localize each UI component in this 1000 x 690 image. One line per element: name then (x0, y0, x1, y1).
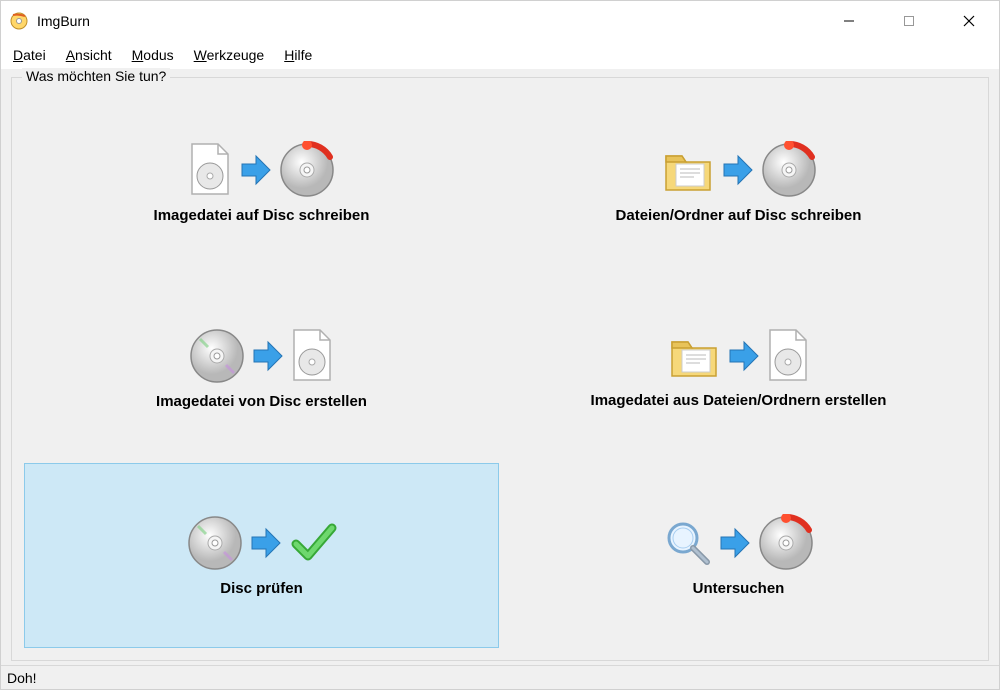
image-file-icon (290, 328, 336, 384)
menu-hilfe[interactable]: Hilfe (284, 47, 312, 63)
menu-modus[interactable]: Modus (132, 47, 174, 63)
image-file-icon (188, 142, 234, 198)
option-label: Imagedatei aus Dateien/Ordnern erstellen (591, 392, 887, 409)
option-icon-row (188, 141, 336, 199)
option-icon-row (188, 327, 336, 385)
window-controls (819, 1, 999, 41)
groupbox-title: Was möchten Sie tun? (22, 68, 170, 84)
app-icon (9, 11, 29, 31)
main-groupbox: Was möchten Sie tun? (11, 77, 989, 661)
option-discovery[interactable]: Untersuchen (501, 463, 976, 648)
minimize-button[interactable] (819, 1, 879, 41)
window-title: ImgBurn (37, 13, 819, 29)
arrow-right-icon (248, 525, 284, 561)
close-button[interactable] (939, 1, 999, 41)
maximize-button (879, 1, 939, 41)
folder-icon (660, 142, 716, 198)
menubar: Datei Ansicht Modus Werkzeuge Hilfe (1, 41, 999, 69)
disc-burn-icon (757, 514, 815, 572)
option-label: Dateien/Ordner auf Disc schreiben (616, 207, 862, 224)
disc-burn-icon (760, 141, 818, 199)
option-label: Disc prüfen (220, 580, 303, 597)
option-icon-row (663, 514, 815, 572)
statusbar: Doh! (1, 665, 999, 689)
option-create-image-from-files[interactable]: Imagedatei aus Dateien/Ordnern erstellen (501, 277, 976, 462)
magnifier-icon (663, 518, 713, 568)
option-icon-row (666, 328, 812, 384)
disc-icon (188, 327, 246, 385)
menu-werkzeuge[interactable]: Werkzeuge (194, 47, 265, 63)
content-area: Was möchten Sie tun? (1, 69, 999, 665)
option-label: Imagedatei auf Disc schreiben (154, 207, 370, 224)
options-grid: Imagedatei auf Disc schreiben (24, 90, 976, 648)
option-label: Untersuchen (693, 580, 785, 597)
disc-icon (186, 514, 244, 572)
folder-icon (666, 328, 722, 384)
image-file-icon (766, 328, 812, 384)
arrow-right-icon (726, 338, 762, 374)
menu-datei[interactable]: Datei (13, 47, 46, 63)
option-write-image-to-disc[interactable]: Imagedatei auf Disc schreiben (24, 90, 499, 275)
status-text: Doh! (7, 670, 37, 686)
option-icon-row (186, 514, 338, 572)
titlebar: ImgBurn (1, 1, 999, 41)
arrow-right-icon (720, 152, 756, 188)
option-icon-row (660, 141, 818, 199)
arrow-right-icon (250, 338, 286, 374)
option-create-image-from-disc[interactable]: Imagedatei von Disc erstellen (24, 277, 499, 462)
menu-ansicht[interactable]: Ansicht (66, 47, 112, 63)
arrow-right-icon (717, 525, 753, 561)
checkmark-icon (288, 518, 338, 568)
option-write-files-to-disc[interactable]: Dateien/Ordner auf Disc schreiben (501, 90, 976, 275)
option-verify-disc[interactable]: Disc prüfen (24, 463, 499, 648)
arrow-right-icon (238, 152, 274, 188)
disc-burn-icon (278, 141, 336, 199)
option-label: Imagedatei von Disc erstellen (156, 393, 367, 410)
